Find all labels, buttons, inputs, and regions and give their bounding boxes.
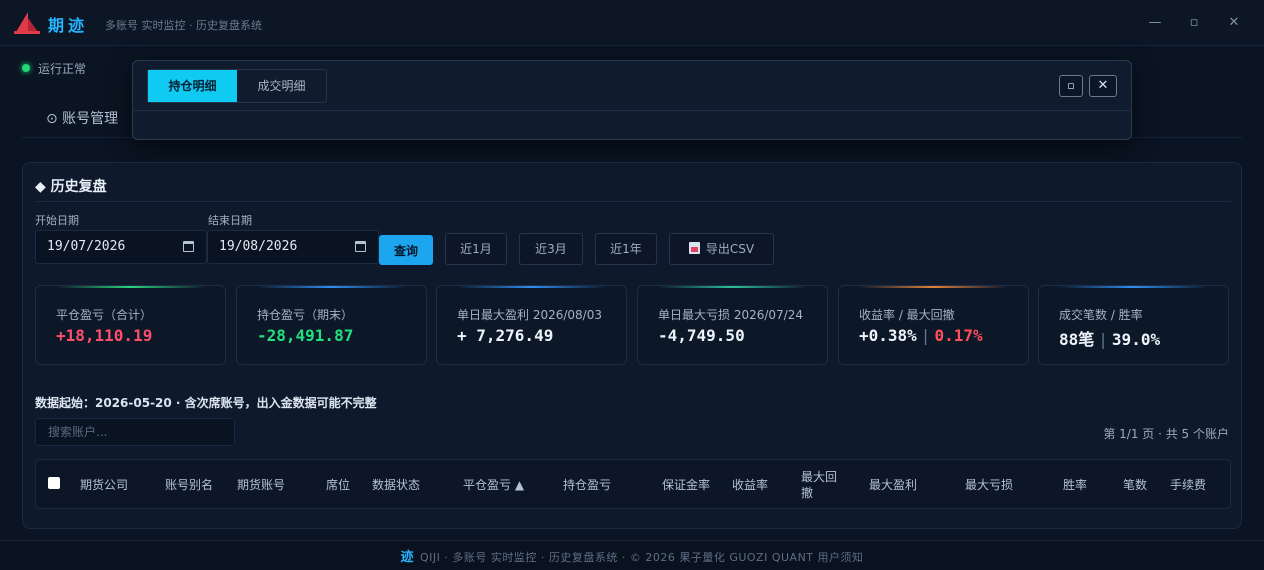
- start-date-value: 19/07/2026: [47, 239, 126, 254]
- range-3-months-button[interactable]: 近3月: [519, 233, 583, 265]
- csv-file-icon: [688, 242, 700, 254]
- start-date-label: 开始日期: [35, 214, 79, 227]
- stat-label: 单日最大亏损 2026/07/24: [658, 308, 803, 322]
- stat-label: 收益率 / 最大回撤: [859, 308, 955, 322]
- value-separator: |: [920, 326, 931, 345]
- end-date-label: 结束日期: [208, 214, 252, 227]
- max-drawdown-value: 0.17%: [934, 326, 983, 345]
- status-text: 运行正常: [38, 62, 87, 76]
- modal-maximize-button[interactable]: ▫: [1059, 75, 1083, 97]
- col-commission[interactable]: 手续费: [1170, 477, 1206, 493]
- stat-value: + 7,276.49: [457, 326, 554, 345]
- stat-label: 平仓盈亏（合计）: [56, 308, 153, 322]
- col-max-profit[interactable]: 最大盈利: [869, 477, 917, 493]
- stat-card-position-pnl: 持仓盈亏（期末） -28,491.87: [236, 285, 427, 365]
- maximize-button[interactable]: ▫: [1183, 12, 1205, 34]
- col-seat[interactable]: 席位: [326, 477, 350, 493]
- app-logo-icon: [14, 12, 40, 34]
- calendar-icon[interactable]: [183, 241, 194, 252]
- col-max-loss[interactable]: 最大亏损: [965, 477, 1013, 493]
- end-date-value: 19/08/2026: [219, 239, 298, 254]
- export-csv-button[interactable]: 导出CSV: [669, 233, 774, 265]
- stat-label: 持仓盈亏（期末）: [257, 308, 354, 322]
- stat-label: 成交笔数 / 胜率: [1059, 308, 1143, 322]
- stat-card-max-daily-loss: 单日最大亏损 2026/07/24 -4,749.50: [637, 285, 828, 365]
- nav-account-management[interactable]: ⊙ 账号管理: [46, 108, 118, 128]
- col-return-rate[interactable]: 收益率: [732, 477, 768, 493]
- stat-value: -4,749.50: [658, 326, 745, 345]
- panel-title: ◆ 历史复盘: [35, 179, 107, 195]
- modal-close-button[interactable]: ✕: [1089, 75, 1117, 97]
- col-data-status[interactable]: 数据状态: [372, 477, 420, 493]
- account-search-input[interactable]: 搜索账户...: [35, 418, 235, 446]
- data-start-note: 数据起始：2026-05-20 · 含次席账号，出入金数据可能不完整: [35, 396, 377, 410]
- range-1-month-button[interactable]: 近1月: [445, 233, 507, 265]
- stat-card-trades-winrate: 成交笔数 / 胜率 88笔 | 39.0%: [1038, 285, 1229, 365]
- connection-status: 运行正常: [22, 60, 86, 77]
- footer-text: QIJI · 多账号 实时监控 · 历史复盘系统 · © 2026 果子量化 G…: [419, 551, 864, 564]
- stat-label: 单日最大盈利 2026/08/03: [457, 308, 602, 322]
- app-name: 期迹: [48, 16, 89, 35]
- stat-value: +0.38% | 0.17%: [859, 326, 983, 345]
- footer: 迹 QIJI · 多账号 实时监控 · 历史复盘系统 · © 2026 果子量化 …: [0, 540, 1264, 570]
- end-date-input[interactable]: 19/08/2026: [207, 230, 379, 264]
- history-review-panel: ◆ 历史复盘 开始日期 结束日期 19/07/2026 19/08/2026 查…: [22, 162, 1242, 529]
- close-window-button[interactable]: ✕: [1223, 12, 1245, 34]
- col-trade-count[interactable]: 笔数: [1123, 477, 1147, 493]
- col-position-pnl[interactable]: 持仓盈亏: [563, 477, 611, 493]
- modal-tab-group: 持仓明细 成交明细: [147, 69, 327, 103]
- status-dot-icon: [22, 64, 30, 72]
- start-date-input[interactable]: 19/07/2026: [35, 230, 207, 264]
- return-rate-value: +0.38%: [859, 326, 917, 345]
- stat-card-closed-pnl: 平仓盈亏（合计） +18,110.19: [35, 285, 226, 365]
- pagination-info: 第 1/1 页 · 共 5 个账户: [1103, 427, 1229, 441]
- stat-value: +18,110.19: [56, 326, 153, 345]
- stat-card-return-drawdown: 收益率 / 最大回撤 +0.38% | 0.17%: [838, 285, 1029, 365]
- app-subtitle: 多账号 实时监控 · 历史复盘系统: [105, 19, 262, 32]
- col-closed-pnl[interactable]: 平仓盈亏 ▲: [463, 477, 524, 493]
- select-all-checkbox[interactable]: [48, 477, 60, 489]
- col-account-alias[interactable]: 账号别名: [165, 477, 213, 493]
- title-bar: 期迹 多账号 实时监控 · 历史复盘系统 — ▫ ✕: [0, 0, 1264, 46]
- export-csv-label: 导出CSV: [705, 242, 755, 256]
- card-glow: [457, 286, 606, 288]
- stat-card-max-daily-profit: 单日最大盈利 2026/08/03 + 7,276.49: [436, 285, 627, 365]
- modal-divider: [133, 110, 1131, 111]
- card-glow: [56, 286, 205, 288]
- trade-count-value: 88笔: [1059, 330, 1095, 349]
- calendar-icon[interactable]: [355, 241, 366, 252]
- stat-value: 88笔 | 39.0%: [1059, 326, 1160, 350]
- card-glow: [658, 286, 807, 288]
- col-futures-company[interactable]: 期货公司: [80, 477, 128, 493]
- card-glow: [1059, 286, 1208, 288]
- minimize-button[interactable]: —: [1144, 12, 1166, 34]
- details-modal: 持仓明细 成交明细 ▫ ✕: [132, 60, 1132, 140]
- stat-value: -28,491.87: [257, 326, 354, 345]
- query-button[interactable]: 查询: [379, 235, 433, 265]
- value-separator: |: [1098, 330, 1108, 349]
- col-win-rate[interactable]: 胜率: [1063, 477, 1087, 493]
- win-rate-value: 39.0%: [1111, 330, 1161, 349]
- tab-trade-details[interactable]: 成交明细: [237, 70, 326, 102]
- col-futures-account[interactable]: 期货账号: [237, 477, 285, 493]
- card-glow: [859, 286, 1008, 288]
- tab-position-details[interactable]: 持仓明细: [148, 70, 237, 102]
- card-glow: [257, 286, 406, 288]
- accounts-table-header: 期货公司 账号别名 期货账号 席位 数据状态 平仓盈亏 ▲ 持仓盈亏 保证金率 …: [35, 459, 1231, 509]
- col-max-drawdown[interactable]: 最大回撤: [801, 469, 841, 501]
- footer-brand: 迹: [400, 550, 414, 565]
- range-1-year-button[interactable]: 近1年: [595, 233, 657, 265]
- col-margin-rate[interactable]: 保证金率: [662, 477, 710, 493]
- panel-title-divider: [35, 201, 1231, 202]
